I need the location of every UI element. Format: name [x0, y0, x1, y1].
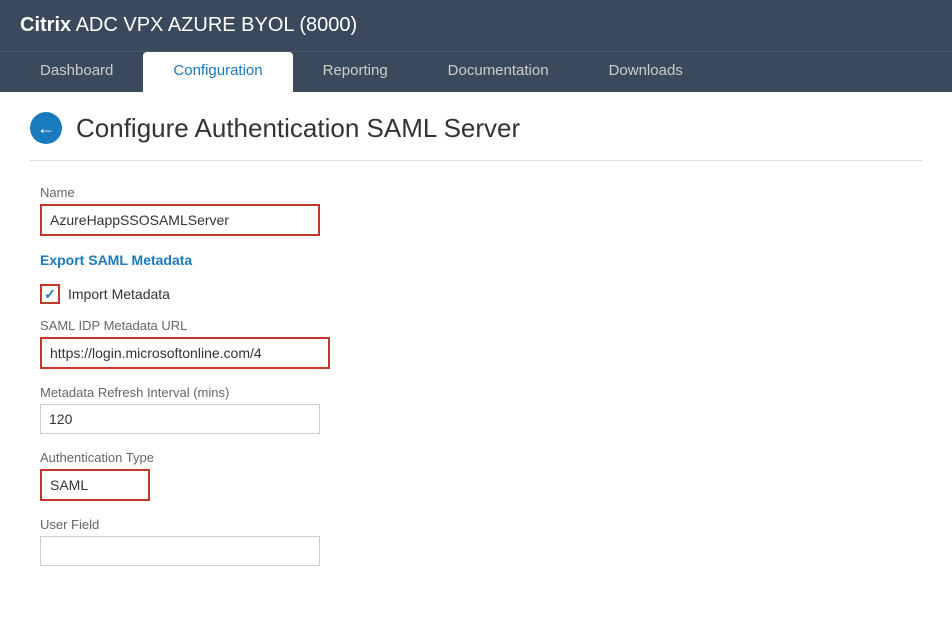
- app-title: Citrix ADC VPX AZURE BYOL (8000): [20, 14, 357, 37]
- export-saml-link[interactable]: Export SAML Metadata: [40, 252, 730, 268]
- saml-idp-url-label: SAML IDP Metadata URL: [40, 318, 730, 333]
- metadata-refresh-input[interactable]: [40, 404, 320, 434]
- back-button[interactable]: ←: [30, 112, 62, 144]
- form-section: Name Export SAML Metadata ✓ Import Metad…: [30, 185, 730, 566]
- page-title-row: ← Configure Authentication SAML Server: [30, 112, 922, 161]
- metadata-refresh-label: Metadata Refresh Interval (mins): [40, 385, 730, 400]
- page-content: ← Configure Authentication SAML Server N…: [0, 92, 952, 602]
- export-saml-group: Export SAML Metadata: [40, 252, 730, 268]
- user-field-input[interactable]: [40, 536, 320, 566]
- name-field-group: Name: [40, 185, 730, 236]
- user-field-group: User Field: [40, 517, 730, 566]
- nav-downloads[interactable]: Downloads: [579, 52, 713, 92]
- page-title: Configure Authentication SAML Server: [76, 113, 520, 144]
- name-label: Name: [40, 185, 730, 200]
- import-metadata-label: Import Metadata: [68, 286, 170, 302]
- nav-reporting[interactable]: Reporting: [293, 52, 418, 92]
- app-header: Citrix ADC VPX AZURE BYOL (8000): [0, 0, 952, 51]
- name-input[interactable]: [40, 204, 320, 236]
- auth-type-label: Authentication Type: [40, 450, 730, 465]
- import-metadata-row: ✓ Import Metadata: [40, 284, 730, 304]
- back-arrow-icon: ←: [37, 119, 55, 137]
- nav-documentation[interactable]: Documentation: [418, 52, 579, 92]
- nav-configuration[interactable]: Configuration: [143, 52, 292, 92]
- auth-type-input[interactable]: [40, 469, 150, 501]
- import-metadata-checkbox[interactable]: ✓: [40, 284, 60, 304]
- auth-type-group: Authentication Type: [40, 450, 730, 501]
- checkmark-icon: ✓: [44, 286, 56, 303]
- main-nav: Dashboard Configuration Reporting Docume…: [0, 51, 952, 92]
- user-field-label: User Field: [40, 517, 730, 532]
- nav-dashboard[interactable]: Dashboard: [10, 52, 143, 92]
- metadata-refresh-group: Metadata Refresh Interval (mins): [40, 385, 730, 434]
- saml-idp-url-input[interactable]: [40, 337, 330, 369]
- saml-idp-url-group: SAML IDP Metadata URL: [40, 318, 730, 369]
